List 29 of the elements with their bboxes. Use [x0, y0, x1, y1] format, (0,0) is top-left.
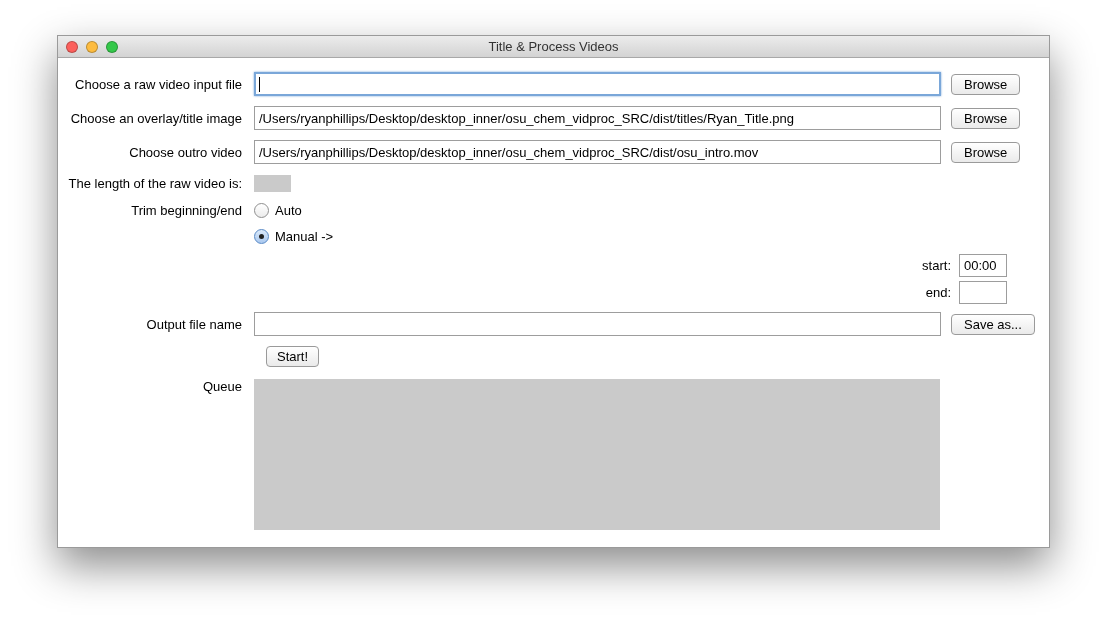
start-label: start: — [922, 258, 951, 273]
radio-button[interactable] — [254, 228, 269, 244]
browse-button[interactable]: Browse — [951, 141, 1021, 163]
end-time-field[interactable] — [959, 281, 1007, 304]
start-button[interactable]: Start! — [266, 346, 320, 367]
length-display — [254, 174, 291, 192]
field-label: Trim beginning/end — [130, 202, 243, 218]
zoom-icon[interactable] — [106, 40, 118, 53]
close-icon[interactable] — [66, 40, 78, 53]
save-as-button[interactable]: Save as... — [951, 313, 1035, 335]
queue-label: Queue — [201, 379, 243, 394]
radio-button[interactable] — [254, 202, 269, 218]
browse-button[interactable]: Browse — [951, 107, 1021, 129]
start-time-field[interactable]: 00:00 — [959, 254, 1007, 277]
input-field[interactable]: /Users/ryanphillips/Desktop/desktop_inner/osu_chem_vidproc_SRC/dist/osu_intro.mov — [254, 140, 941, 164]
window-title: Title & Process Videos — [488, 39, 619, 54]
radio-label[interactable]: Auto — [275, 202, 302, 218]
input-field[interactable]: /Users/ryanphillips/Desktop/desktop_inner/osu_chem_vidproc_SRC/dist/titles/Ryan_Title.png — [254, 106, 941, 130]
field-label: The length of the raw video is: — [67, 175, 243, 191]
radio-label[interactable]: Manual -> — [275, 228, 334, 244]
field-label: Choose outro video — [128, 144, 243, 160]
output-file-field[interactable] — [254, 312, 941, 336]
field-label: Output file name — [145, 316, 243, 332]
end-label: end: — [925, 285, 951, 300]
field-label: Choose a raw video input file — [74, 76, 243, 92]
browse-button[interactable]: Browse — [951, 73, 1021, 95]
minimize-icon[interactable] — [86, 40, 98, 53]
field-label: Choose an overlay/title image — [69, 110, 243, 126]
input-field[interactable] — [254, 72, 941, 96]
